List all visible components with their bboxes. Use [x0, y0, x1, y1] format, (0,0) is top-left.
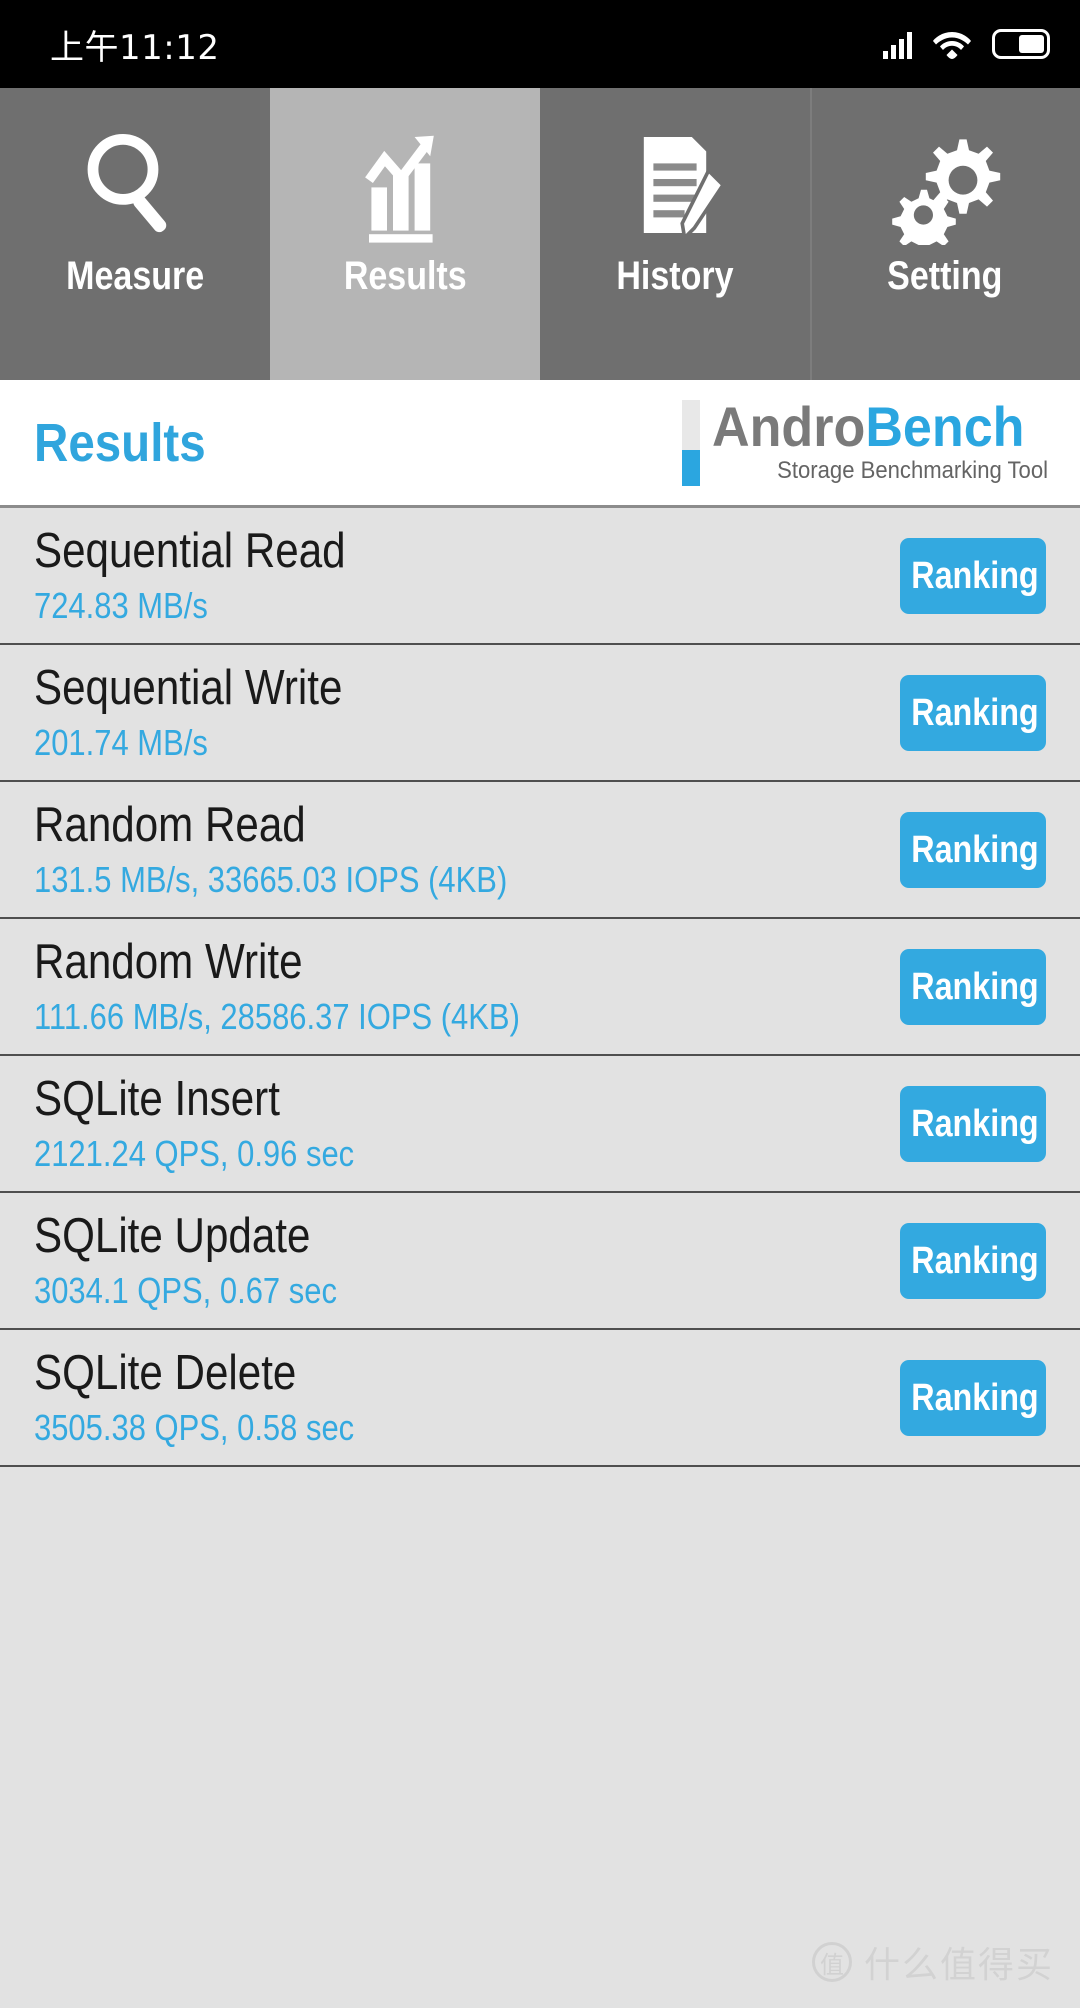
logo-andro: Andro [711, 394, 866, 458]
tab-results-label: Results [343, 254, 467, 298]
magnifier-icon [75, 120, 195, 250]
result-name: Sequential Write [34, 661, 343, 716]
result-text-group: Random Write 111.66 MB/s, 28586.37 IOPS … [34, 935, 599, 1037]
result-name: SQLite Insert [34, 1072, 280, 1127]
logo-subtitle: Storage Benchmarking Tool [777, 457, 1048, 485]
ranking-button[interactable]: Ranking [900, 537, 1046, 614]
result-name: SQLite Update [34, 1209, 311, 1264]
table-row[interactable]: Sequential Write 201.74 MB/s Ranking [0, 645, 1080, 782]
result-name: SQLite Delete [34, 1346, 297, 1401]
ranking-button[interactable]: Ranking [900, 948, 1046, 1025]
watermark-text: 什么值得买 [863, 1945, 1054, 1986]
result-value: 724.83 MB/s [34, 584, 208, 626]
result-value: 3034.1 QPS, 0.67 sec [34, 1269, 337, 1311]
result-value: 131.5 MB/s, 33665.03 IOPS (4KB) [34, 858, 508, 900]
status-bar: 上午11:12 [0, 0, 1080, 88]
ranking-button[interactable]: Ranking [900, 1222, 1046, 1299]
signal-icon [883, 29, 912, 59]
ranking-button-label: Ranking [911, 828, 1039, 871]
result-value: 201.74 MB/s [34, 721, 208, 763]
logo-text-group: AndroBench Storage Benchmarking Tool [712, 398, 1048, 486]
results-list: Sequential Read 724.83 MB/s Ranking Sequ… [0, 508, 1080, 1467]
ranking-button[interactable]: Ranking [900, 674, 1046, 751]
tab-bar: Measure Results History Setting [0, 88, 1080, 380]
result-value: 111.66 MB/s, 28586.37 IOPS (4KB) [34, 995, 520, 1037]
watermark-logo-icon: 值 [811, 1942, 852, 1982]
wifi-icon [933, 32, 971, 59]
status-clock: 上午11:12 [50, 27, 220, 68]
result-name: Random Write [34, 935, 303, 990]
page-title: Results [34, 412, 206, 473]
ranking-button-label: Ranking [911, 691, 1039, 734]
tab-setting[interactable]: Setting [810, 88, 1080, 380]
table-row[interactable]: SQLite Delete 3505.38 QPS, 0.58 sec Rank… [0, 1330, 1080, 1467]
logo-bench: Bench [865, 394, 1025, 458]
ranking-button-label: Ranking [911, 965, 1039, 1008]
result-value: 3505.38 QPS, 0.58 sec [34, 1406, 355, 1448]
ranking-button-label: Ranking [911, 1376, 1039, 1419]
ranking-button[interactable]: Ranking [900, 1085, 1046, 1162]
logo-wordmark: AndroBench [712, 398, 1024, 454]
document-pen-icon [615, 120, 735, 250]
ranking-button-label: Ranking [911, 554, 1039, 597]
androbench-logo: AndroBench Storage Benchmarking Tool [681, 398, 1048, 486]
result-value: 2121.24 QPS, 0.96 sec [34, 1132, 355, 1174]
result-name: Random Read [34, 798, 306, 853]
result-text-group: SQLite Insert 2121.24 QPS, 0.96 sec [34, 1072, 406, 1174]
table-row[interactable]: Random Read 131.5 MB/s, 33665.03 IOPS (4… [0, 782, 1080, 919]
table-row[interactable]: SQLite Update 3034.1 QPS, 0.67 sec Ranki… [0, 1193, 1080, 1330]
result-text-group: Sequential Write 201.74 MB/s [34, 661, 393, 763]
tab-results[interactable]: Results [270, 88, 540, 380]
watermark: 值 什么值得买 [811, 1936, 1054, 1988]
tab-measure[interactable]: Measure [0, 88, 270, 380]
tab-history-label: History [616, 254, 734, 298]
result-text-group: SQLite Delete 3505.38 QPS, 0.58 sec [34, 1346, 406, 1448]
bar-chart-icon [345, 120, 465, 250]
ranking-button[interactable]: Ranking [900, 1359, 1046, 1436]
result-text-group: SQLite Update 3034.1 QPS, 0.67 sec [34, 1209, 386, 1311]
table-row[interactable]: Random Write 111.66 MB/s, 28586.37 IOPS … [0, 919, 1080, 1056]
ranking-button-label: Ranking [911, 1239, 1039, 1282]
ranking-button[interactable]: Ranking [900, 811, 1046, 888]
tab-measure-label: Measure [66, 254, 204, 298]
table-row[interactable]: Sequential Read 724.83 MB/s Ranking [0, 508, 1080, 645]
page-header: Results AndroBench Storage Benchmarking … [0, 380, 1080, 508]
tab-setting-label: Setting [887, 254, 1003, 298]
ranking-button-label: Ranking [911, 1102, 1039, 1145]
status-icon-group [883, 28, 1050, 60]
logo-bar-icon [681, 399, 700, 486]
result-name: Sequential Read [34, 524, 346, 579]
battery-icon [992, 29, 1050, 59]
gears-icon [885, 120, 1005, 250]
tab-history[interactable]: History [540, 88, 810, 380]
result-text-group: Random Read 131.5 MB/s, 33665.03 IOPS (4… [34, 798, 584, 900]
result-text-group: Sequential Read 724.83 MB/s [34, 524, 396, 626]
table-row[interactable]: SQLite Insert 2121.24 QPS, 0.96 sec Rank… [0, 1056, 1080, 1193]
